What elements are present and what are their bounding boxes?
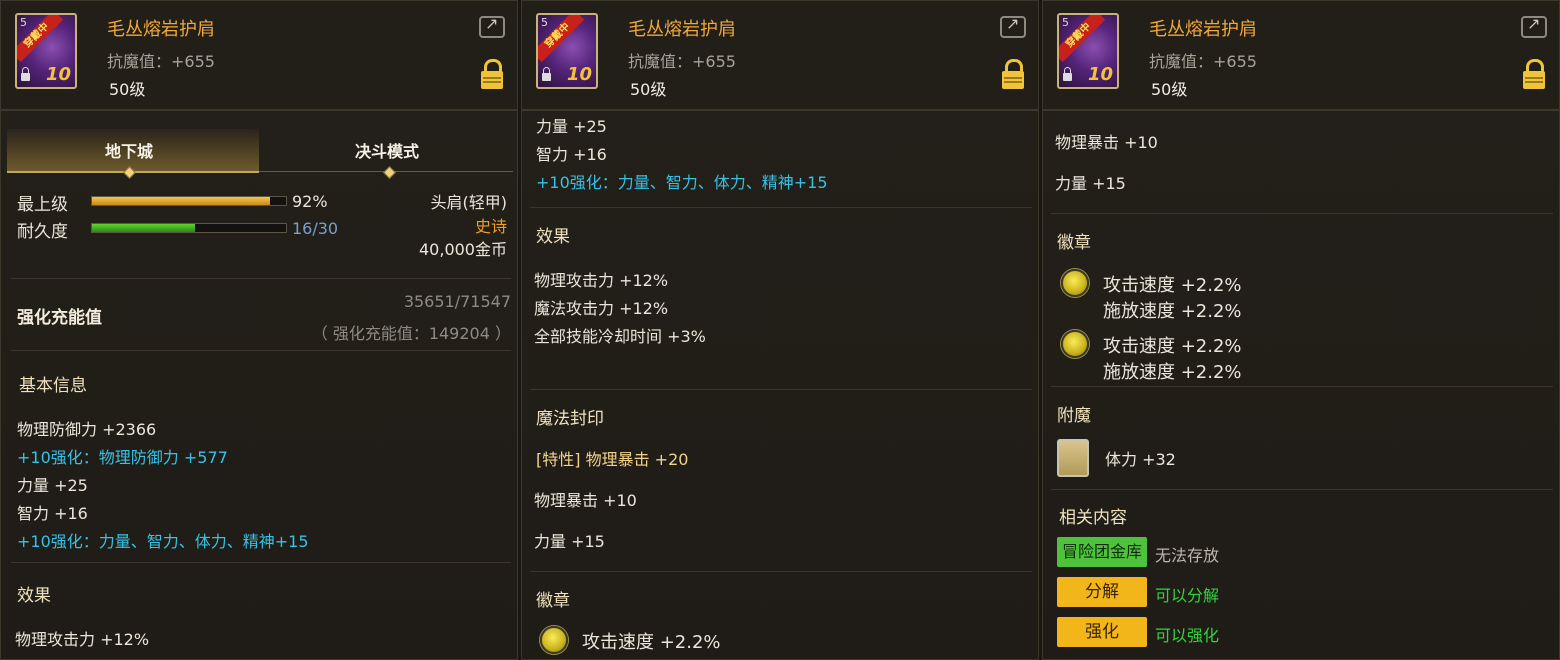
small-lock-icon — [542, 67, 551, 81]
anti-magic-value: 抗魔值：+655 — [107, 52, 215, 71]
divider — [1051, 386, 1553, 387]
stat-line: 智力 +16 — [17, 504, 88, 523]
seal-line: 物理暴击 +10 — [534, 491, 637, 510]
durability-label: 耐久度 — [17, 222, 68, 242]
enchant-title: 附魔 — [1057, 406, 1091, 426]
share-icon[interactable] — [1521, 14, 1547, 38]
divider — [11, 350, 511, 351]
emblem-title: 徽章 — [536, 591, 570, 611]
item-icon[interactable]: 5 穿戴中 10 — [15, 13, 77, 89]
item-level: 50级 — [109, 80, 146, 99]
emblem-line: 施放速度 +2.2% — [1103, 301, 1242, 322]
slot-type: 头肩(轻甲) — [430, 193, 508, 212]
item-icon[interactable]: 5 穿戴中 10 — [536, 13, 598, 89]
item-header: 5 穿戴中 10 毛丛熔岩护肩 抗魔值：+655 50级 — [1, 1, 517, 111]
divider — [11, 278, 511, 279]
effect-title: 效果 — [536, 227, 570, 247]
emblem-icon[interactable] — [540, 626, 568, 654]
item-icon[interactable]: 5 穿戴中 10 — [1057, 13, 1119, 89]
stat-line: 力量 +25 — [536, 117, 607, 136]
item-level: 50级 — [1151, 80, 1188, 99]
lock-icon[interactable] — [481, 59, 503, 89]
grade-label: 最上级 — [17, 195, 68, 215]
emblem-title: 徽章 — [1057, 233, 1091, 253]
item-header: 5 穿戴中 10 毛丛熔岩护肩 抗魔值：+655 50级 — [1043, 1, 1559, 111]
small-lock-icon — [1063, 67, 1072, 81]
item-level: 50级 — [630, 80, 667, 99]
effect-line: 物理攻击力 +12% — [15, 630, 150, 649]
share-icon[interactable] — [1000, 14, 1026, 38]
related-title: 相关内容 — [1059, 508, 1127, 528]
small-lock-icon — [21, 67, 30, 81]
share-icon[interactable] — [479, 14, 505, 38]
enhance-level: 10 — [566, 64, 592, 85]
anti-magic-value: 抗魔值：+655 — [1149, 52, 1257, 71]
seal-line: 力量 +15 — [1055, 174, 1126, 193]
effect-line: 物理攻击力 +12% — [534, 271, 669, 290]
icon-level: 5 — [1062, 16, 1069, 29]
seal-line: 力量 +15 — [534, 532, 605, 551]
stat-line: 物理防御力 +2366 — [17, 420, 157, 439]
charge-value: 35651/71547 — [403, 292, 511, 311]
item-name: 毛丛熔岩护肩 — [628, 19, 736, 40]
enhance-line: +10强化：力量、智力、体力、精神+15 — [17, 532, 309, 551]
item-tooltip-panel-2: 5 穿戴中 10 毛丛熔岩护肩 抗魔值：+655 50级 力量 +25 智力 +… — [521, 0, 1039, 660]
enhance-level: 10 — [1087, 64, 1113, 85]
emblem-line: 攻击速度 +2.2% — [582, 632, 721, 653]
grade-value: 92% — [292, 192, 328, 211]
anti-magic-value: 抗魔值：+655 — [628, 52, 736, 71]
tab-dungeon-label[interactable]: 地下城 — [105, 138, 153, 162]
item-name: 毛丛熔岩护肩 — [107, 19, 215, 40]
basic-info-title: 基本信息 — [19, 376, 87, 396]
stat-line: 力量 +25 — [17, 476, 88, 495]
stat-line: 智力 +16 — [536, 145, 607, 164]
grade-bar — [91, 196, 287, 206]
lock-icon[interactable] — [1002, 59, 1024, 89]
emblem-icon[interactable] — [1061, 330, 1089, 358]
divider — [1051, 489, 1553, 490]
disassemble-badge[interactable]: 分解 — [1057, 577, 1147, 607]
enhance-badge[interactable]: 强化 — [1057, 617, 1147, 647]
magic-seal-title: 魔法封印 — [536, 409, 604, 429]
divider — [530, 389, 1032, 390]
effect-line: 全部技能冷却时间 +3% — [534, 327, 706, 346]
emblem-icon[interactable] — [1061, 269, 1089, 297]
item-tooltip-panel-1: 5 穿戴中 10 毛丛熔岩护肩 抗魔值：+655 50级 地下城 决斗模式 最上… — [0, 0, 518, 660]
icon-level: 5 — [541, 16, 548, 29]
charge-total: （ 强化充能值：149204 ） — [311, 324, 511, 343]
item-name: 毛丛熔岩护肩 — [1149, 19, 1257, 40]
emblem-line: 攻击速度 +2.2% — [1103, 275, 1242, 296]
rarity: 史诗 — [474, 217, 507, 236]
related-status: 可以强化 — [1155, 626, 1220, 645]
divider — [530, 571, 1032, 572]
lock-icon[interactable] — [1523, 59, 1545, 89]
durability-value: 16/30 — [292, 219, 339, 238]
item-header: 5 穿戴中 10 毛丛熔岩护肩 抗魔值：+655 50级 — [522, 1, 1038, 111]
effect-line: 魔法攻击力 +12% — [534, 299, 669, 318]
enchant-card-icon[interactable] — [1057, 439, 1089, 477]
tab-indicator-icon — [383, 166, 396, 179]
enhance-line: +10强化：物理防御力 +577 — [17, 448, 228, 467]
charge-label: 强化充能值 — [17, 308, 102, 328]
related-status: 无法存放 — [1155, 546, 1220, 565]
divider — [530, 207, 1032, 208]
icon-level: 5 — [20, 16, 27, 29]
enchant-line: 体力 +32 — [1105, 450, 1176, 469]
divider — [11, 562, 511, 563]
emblem-line: 施放速度 +2.2% — [1103, 362, 1242, 383]
related-status: 可以分解 — [1155, 586, 1220, 605]
account-vault-badge[interactable]: 冒险团金库 — [1057, 537, 1147, 567]
tab-duel-label[interactable]: 决斗模式 — [355, 138, 419, 162]
seal-line: 物理暴击 +10 — [1055, 133, 1158, 152]
durability-bar — [91, 223, 287, 233]
enhance-line: +10强化：力量、智力、体力、精神+15 — [536, 173, 828, 192]
item-tooltip-panel-3: 5 穿戴中 10 毛丛熔岩护肩 抗魔值：+655 50级 物理暴击 +10 力量… — [1042, 0, 1560, 660]
emblem-line: 攻击速度 +2.2% — [1103, 336, 1242, 357]
divider — [1051, 213, 1553, 214]
price: 40,000金币 — [419, 240, 507, 259]
enhance-level: 10 — [45, 64, 71, 85]
seal-trait-line: [特性] 物理暴击 +20 — [536, 450, 689, 469]
effect-title: 效果 — [17, 586, 51, 606]
